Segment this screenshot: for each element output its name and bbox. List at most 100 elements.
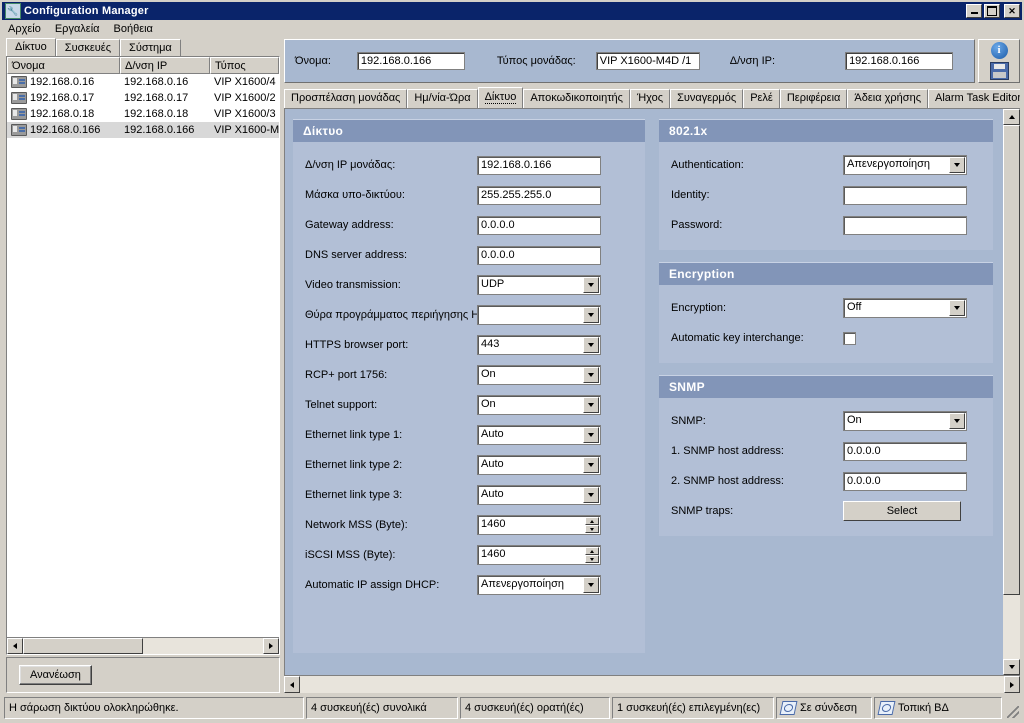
scroll-track[interactable]: [23, 638, 263, 654]
scroll-up-button[interactable]: [1003, 109, 1020, 125]
name-field[interactable]: 192.168.0.166: [356, 52, 465, 70]
scroll-left-button[interactable]: [284, 676, 300, 693]
chevron-down-icon[interactable]: [583, 457, 599, 473]
chevron-down-icon[interactable]: [583, 367, 599, 383]
video-transmission-select[interactable]: UDP: [477, 275, 601, 295]
scroll-right-button[interactable]: [263, 638, 279, 654]
tab-date-time[interactable]: Ημ/νία-Ώρα: [407, 89, 478, 108]
cell-name: 192.168.0.166: [7, 124, 120, 136]
dhcp-select[interactable]: Απενεργοποίηση: [477, 575, 601, 595]
maximize-button[interactable]: [984, 4, 1000, 18]
chevron-down-icon[interactable]: [583, 307, 599, 323]
info-icon[interactable]: i: [990, 42, 1008, 59]
menu-item-tools[interactable]: Εργαλεία: [55, 23, 100, 35]
field-label: Authentication:: [671, 159, 744, 171]
minimize-button[interactable]: [966, 4, 982, 18]
chevron-down-icon[interactable]: [949, 300, 965, 316]
tab-system[interactable]: Σύστημα: [120, 39, 181, 56]
name-label: Όνομα:: [295, 55, 331, 67]
close-button[interactable]: ✕: [1004, 4, 1020, 18]
left-tabstrip: Δίκτυο Συσκευές Σύστημα: [4, 38, 280, 56]
tab-license[interactable]: Άδεια χρήσης: [847, 89, 928, 108]
encryption-panel-body: Encryption: Off Automatic key interchang…: [659, 285, 993, 363]
network-mss-stepper[interactable]: 1460: [477, 515, 601, 535]
column-header-name[interactable]: Όνομα: [7, 57, 120, 74]
ethernet-link-2-select[interactable]: Auto: [477, 455, 601, 475]
chevron-down-icon[interactable]: [583, 577, 599, 593]
table-row[interactable]: 192.168.0.18 192.168.0.18 VIP X1600/3: [7, 106, 279, 122]
tab-network[interactable]: Δίκτυο: [477, 87, 524, 108]
device-list-hscrollbar[interactable]: [7, 637, 279, 654]
authentication-select[interactable]: Απενεργοποίηση: [843, 155, 967, 175]
tab-unit-access[interactable]: Προσπέλαση μονάδας: [284, 89, 408, 108]
table-row[interactable]: 192.168.0.17 192.168.0.17 VIP X1600/2: [7, 90, 279, 106]
telnet-support-select[interactable]: On: [477, 395, 601, 415]
refresh-button[interactable]: Ανανέωση: [19, 665, 92, 685]
stepper-down-icon[interactable]: [585, 555, 599, 563]
snmp-panel-body: SNMP: On 1. SNMP host address: 0.0.0.0 2…: [659, 398, 993, 536]
iscsi-mss-stepper[interactable]: 1460: [477, 545, 601, 565]
save-icon[interactable]: [989, 62, 1009, 80]
http-browser-port-select[interactable]: [477, 305, 601, 325]
chevron-down-icon[interactable]: [583, 397, 599, 413]
tab-relay[interactable]: Ρελέ: [743, 89, 780, 108]
scroll-thumb[interactable]: [1003, 125, 1020, 595]
field-snmp: SNMP: On: [671, 410, 981, 432]
tab-devices[interactable]: Συσκευές: [55, 39, 121, 56]
chevron-down-icon[interactable]: [583, 427, 599, 443]
scroll-down-button[interactable]: [1003, 659, 1020, 675]
ethernet-link-1-select[interactable]: Auto: [477, 425, 601, 445]
snmp-traps-select-button[interactable]: Select: [843, 501, 961, 521]
chevron-down-icon[interactable]: [583, 337, 599, 353]
stepper-down-icon[interactable]: [585, 525, 599, 533]
scroll-thumb[interactable]: [23, 638, 143, 654]
chevron-down-icon[interactable]: [949, 413, 965, 429]
scroll-left-button[interactable]: [7, 638, 23, 654]
scroll-track[interactable]: [300, 676, 1004, 693]
chevron-down-icon[interactable]: [583, 277, 599, 293]
rcp-port-select[interactable]: On: [477, 365, 601, 385]
menu-item-file[interactable]: Αρχείο: [8, 23, 41, 35]
stepper-up-icon[interactable]: [585, 547, 599, 555]
ip-address-input[interactable]: 192.168.0.166: [477, 155, 601, 175]
tab-decoder[interactable]: Αποκωδικοποιητής: [523, 89, 630, 108]
table-row[interactable]: 192.168.0.16 192.168.0.16 VIP X1600/4: [7, 74, 279, 90]
resize-grip[interactable]: [1004, 697, 1020, 719]
gateway-address-input[interactable]: 0.0.0.0: [477, 215, 601, 235]
identity-input[interactable]: [843, 185, 967, 205]
tab-audio[interactable]: Ήχος: [629, 89, 671, 108]
auto-key-interchange-checkbox[interactable]: [843, 331, 856, 345]
menu-item-help[interactable]: Βοήθεια: [114, 23, 153, 35]
wrench-icon: 🔧: [5, 3, 21, 19]
ip-field[interactable]: 192.168.0.166: [845, 52, 954, 70]
column-header-type[interactable]: Τύπος: [210, 57, 279, 74]
encryption-select[interactable]: Off: [843, 298, 967, 318]
scroll-right-button[interactable]: [1004, 676, 1020, 693]
stepper-up-icon[interactable]: [585, 517, 599, 525]
application-window: 🔧 Configuration Manager ✕ Αρχείο Εργαλεί…: [0, 0, 1024, 723]
table-row[interactable]: 192.168.0.166 192.168.0.166 VIP X1600-M: [7, 122, 279, 138]
content-hscrollbar[interactable]: [284, 676, 1020, 693]
tab-network[interactable]: Δίκτυο: [6, 38, 56, 56]
tab-peripherals[interactable]: Περιφέρεια: [779, 89, 848, 108]
field-label: Encryption:: [671, 302, 727, 314]
chevron-down-icon[interactable]: [949, 157, 965, 173]
dns-server-input[interactable]: 0.0.0.0: [477, 245, 601, 265]
column-header-ip[interactable]: Δ/νση IP: [120, 57, 210, 74]
password-input[interactable]: [843, 215, 967, 235]
ethernet-link-3-select[interactable]: Auto: [477, 485, 601, 505]
device-list-header: Όνομα Δ/νση IP Τύπος: [7, 57, 279, 74]
subnet-mask-input[interactable]: 255.255.255.0: [477, 185, 601, 205]
unit-type-field[interactable]: VIP X1600-M4D /1: [595, 52, 700, 70]
tab-alarm[interactable]: Συναγερμός: [670, 89, 744, 108]
tab-alarm-task-editor[interactable]: Alarm Task Editor: [928, 89, 1020, 108]
snmp-select[interactable]: On: [843, 411, 967, 431]
scroll-track[interactable]: [1003, 125, 1020, 659]
snmp-host-1-input[interactable]: 0.0.0.0: [843, 441, 967, 461]
dot1x-panel-title: 802.1x: [659, 119, 993, 142]
chevron-down-icon[interactable]: [583, 487, 599, 503]
snmp-host-2-input[interactable]: 0.0.0.0: [843, 471, 967, 491]
https-browser-port-select[interactable]: 443: [477, 335, 601, 355]
content-vscrollbar[interactable]: [1003, 108, 1020, 676]
field-identity: Identity:: [671, 184, 981, 206]
